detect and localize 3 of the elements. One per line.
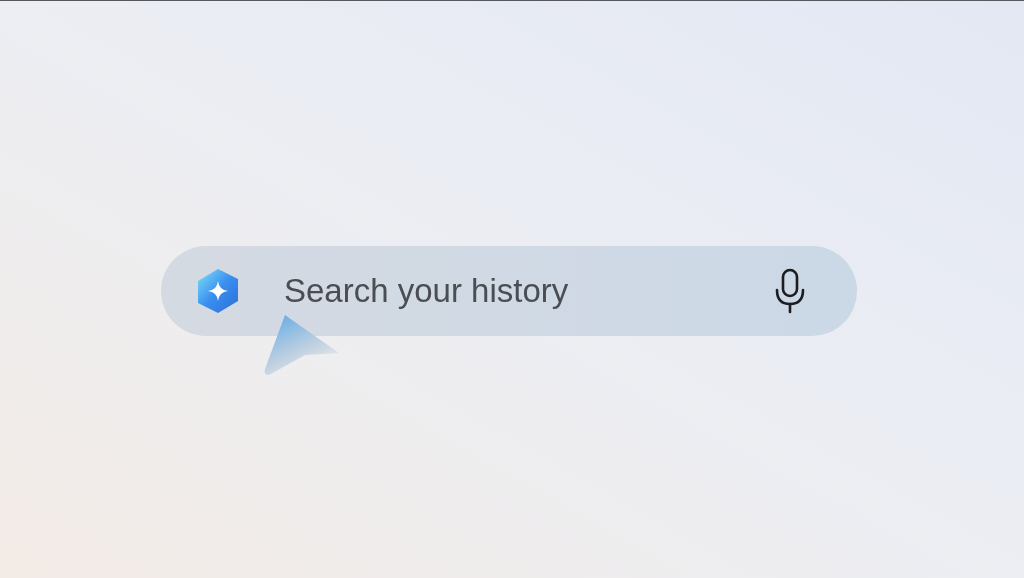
microphone-icon[interactable] xyxy=(773,268,807,314)
search-input[interactable]: Search your history xyxy=(284,266,773,316)
pointer-cursor-icon xyxy=(263,313,341,377)
